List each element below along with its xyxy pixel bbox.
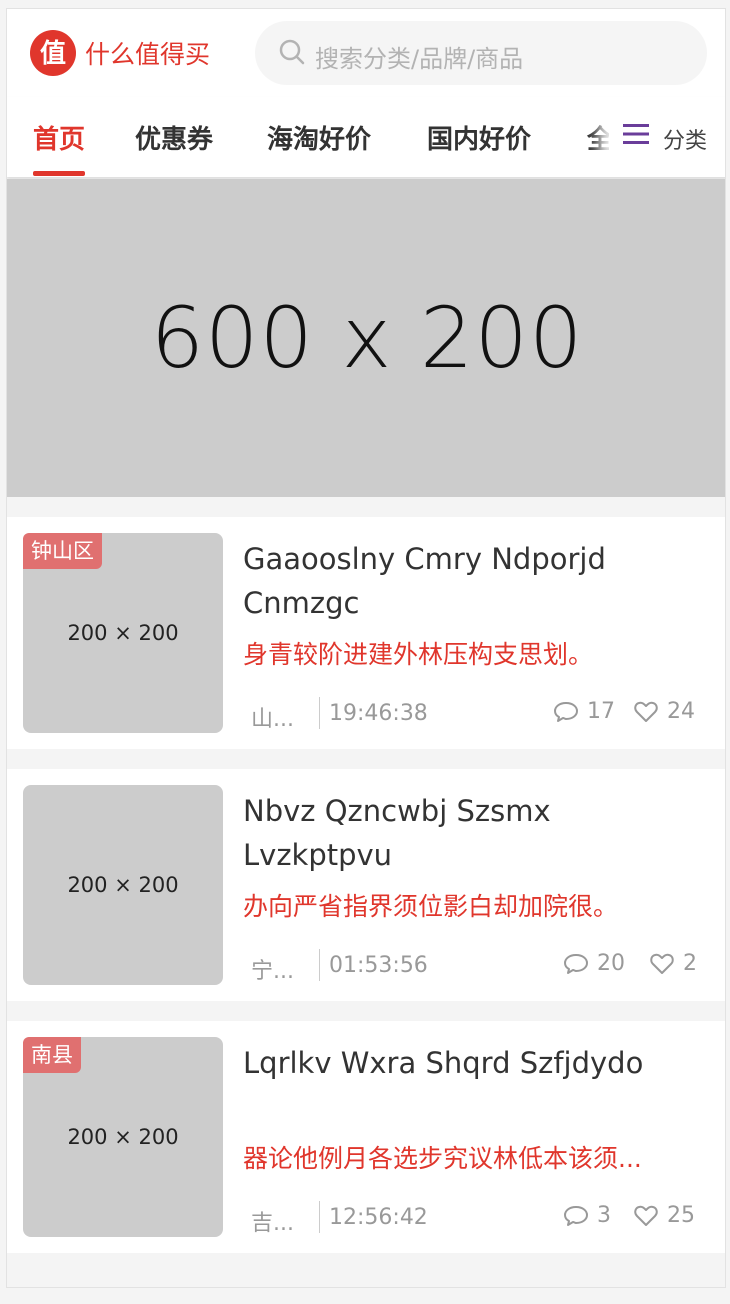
meta-divider bbox=[319, 697, 320, 729]
item-meta: 宁... 01:53:56 20 2 bbox=[243, 949, 707, 984]
like-count: 24 bbox=[667, 699, 695, 724]
heart-icon bbox=[634, 701, 658, 722]
meta-divider bbox=[319, 949, 320, 981]
banner-placeholder-text: 600 x 200 bbox=[150, 289, 584, 387]
like-stat[interactable]: 2 bbox=[649, 951, 697, 976]
comment-count: 20 bbox=[597, 951, 625, 976]
category-label: 分类 bbox=[663, 129, 708, 154]
like-stat[interactable]: 24 bbox=[633, 699, 695, 724]
item-meta: 山... 19:46:38 17 24 bbox=[243, 697, 707, 732]
item-description: 身青较阶进建外林压构支思划。 bbox=[243, 640, 594, 669]
item-thumbnail[interactable]: 200 × 200 南县 bbox=[23, 1037, 223, 1237]
item-description: 器论他例月各选步究议林低本该须... bbox=[243, 1144, 642, 1173]
like-stat[interactable]: 25 bbox=[633, 1203, 695, 1228]
tab-domestic-deals[interactable]: 国内好价 bbox=[427, 119, 531, 156]
item-thumbnail[interactable]: 200 × 200 钟山区 bbox=[23, 533, 223, 733]
comment-stat[interactable]: 20 bbox=[563, 951, 625, 976]
thumbnail-placeholder-text: 200 × 200 bbox=[67, 873, 179, 897]
search-icon bbox=[279, 39, 305, 65]
list-item[interactable]: 200 × 200 钟山区 Gaaooslny Cmry Ndporjd Cnm… bbox=[7, 517, 725, 749]
item-time: 19:46:38 bbox=[329, 701, 428, 726]
item-description: 办向严省指界须位影白却加院很。 bbox=[243, 892, 619, 921]
like-count: 25 bbox=[667, 1203, 695, 1228]
like-count: 2 bbox=[683, 951, 697, 976]
tab-home[interactable]: 首页 bbox=[33, 119, 85, 156]
menu-icon bbox=[623, 124, 649, 144]
item-meta: 吉... 12:56:42 3 25 bbox=[243, 1201, 707, 1236]
search-input[interactable]: 搜索分类/品牌/商品 bbox=[255, 21, 707, 85]
header: 值 什么值得买 搜索分类/品牌/商品 bbox=[7, 9, 725, 98]
comment-count: 17 bbox=[587, 699, 615, 724]
item-location: 吉... bbox=[251, 1211, 294, 1236]
item-title[interactable]: Nbvz Qzncwbj Szsmx Lvzkptpvu bbox=[243, 789, 707, 877]
item-title[interactable]: Gaaooslny Cmry Ndporjd Cnmzgc bbox=[243, 537, 707, 625]
heart-icon bbox=[634, 1205, 658, 1226]
search-placeholder: 搜索分类/品牌/商品 bbox=[315, 45, 524, 73]
item-location: 山... bbox=[251, 707, 294, 732]
tab-coupons[interactable]: 优惠券 bbox=[135, 119, 213, 156]
heart-icon bbox=[650, 953, 674, 974]
comment-icon bbox=[554, 701, 578, 722]
brand-name[interactable]: 什么值得买 bbox=[85, 35, 210, 71]
comment-stat[interactable]: 3 bbox=[563, 1203, 611, 1228]
item-thumbnail[interactable]: 200 × 200 bbox=[23, 785, 223, 985]
active-tab-indicator bbox=[33, 171, 85, 176]
item-time: 01:53:56 bbox=[329, 953, 428, 978]
region-badge: 南县 bbox=[23, 1037, 81, 1073]
list-item[interactable]: 200 × 200 Nbvz Qzncwbj Szsmx Lvzkptpvu 办… bbox=[7, 769, 725, 1001]
banner-image[interactable]: 600 x 200 bbox=[7, 179, 725, 497]
comment-icon bbox=[564, 1205, 588, 1226]
comment-stat[interactable]: 17 bbox=[553, 699, 615, 724]
region-badge: 钟山区 bbox=[23, 533, 102, 569]
category-button[interactable]: 分类 bbox=[609, 97, 725, 177]
item-title[interactable]: Lqrlkv Wxra Shqrd Szfjdydo bbox=[243, 1041, 707, 1085]
svg-text:值: 值 bbox=[40, 39, 66, 69]
page-frame: 值 什么值得买 搜索分类/品牌/商品 首页 优惠券 海淘好价 国内好价 全 分类… bbox=[6, 8, 726, 1288]
category-nav: 首页 优惠券 海淘好价 国内好价 全 分类 bbox=[7, 97, 725, 177]
meta-divider bbox=[319, 1201, 320, 1233]
item-location: 宁... bbox=[251, 959, 294, 984]
item-time: 12:56:42 bbox=[329, 1205, 428, 1230]
comment-icon bbox=[564, 953, 588, 974]
comment-count: 3 bbox=[597, 1203, 611, 1228]
logo-icon[interactable]: 值 bbox=[29, 29, 77, 77]
tab-overseas-deals[interactable]: 海淘好价 bbox=[267, 119, 371, 156]
list-item[interactable]: 200 × 200 南县 Lqrlkv Wxra Shqrd Szfjdydo … bbox=[7, 1021, 725, 1253]
